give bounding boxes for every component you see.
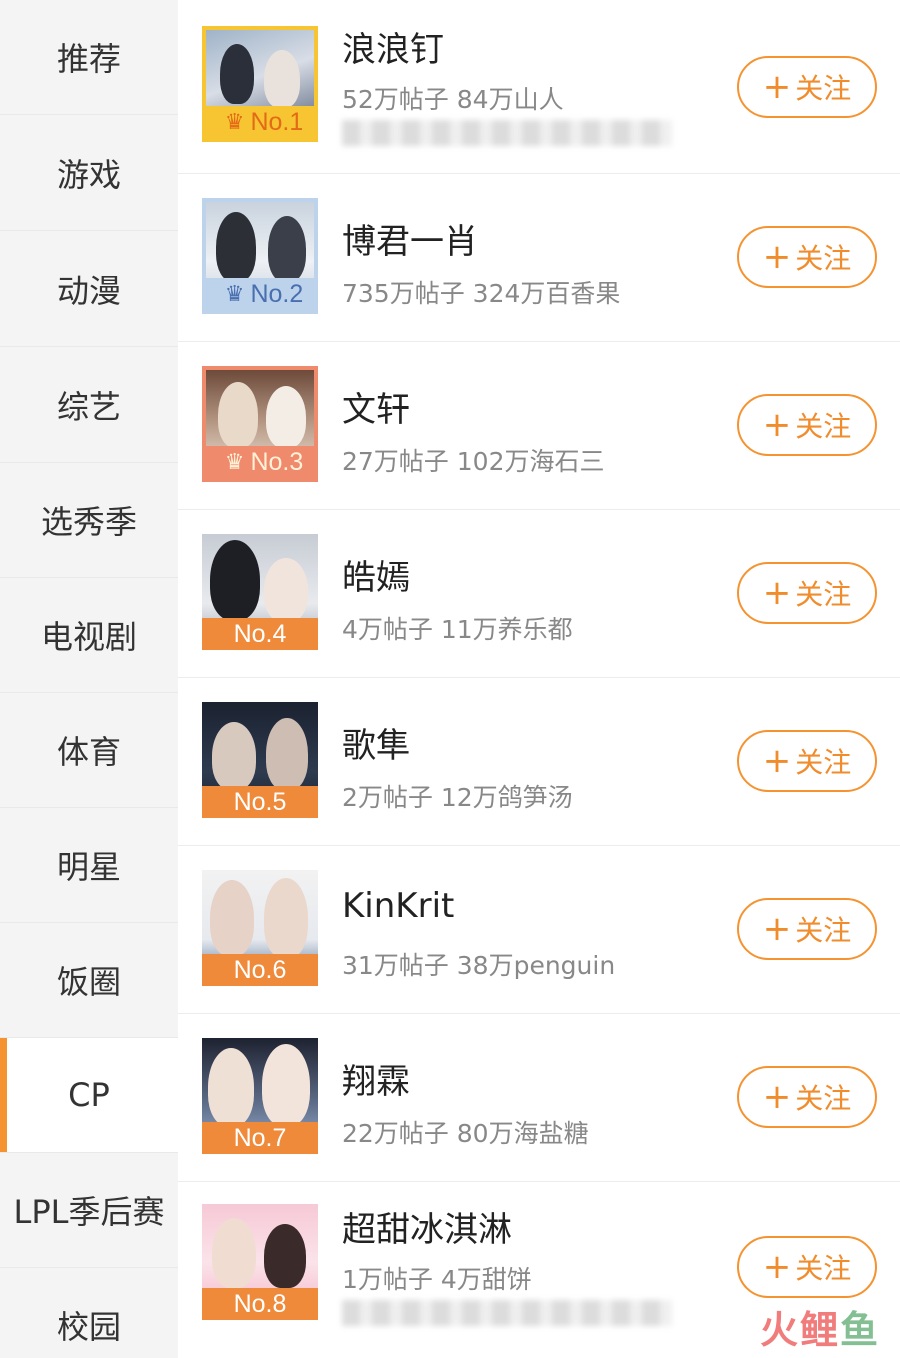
plus-icon: + (762, 237, 792, 277)
topic-title[interactable]: KinKrit (342, 886, 454, 926)
blurred-description (342, 1300, 672, 1326)
rank-badge: ♛ No.1 (206, 106, 314, 138)
topic-title[interactable]: 浪浪钉 (342, 22, 444, 71)
rank-badge: ♛ No.2 (206, 278, 314, 310)
sidebar-item-stars[interactable]: 明星 (0, 808, 178, 923)
follow-button[interactable]: + 关注 (737, 226, 877, 288)
sidebar-item-label: 选秀季 (40, 503, 137, 541)
topic-stats: 27万帖子 102万海石三 (342, 447, 605, 476)
sidebar-item-lpl-playoffs[interactable]: LPL季后赛 (0, 1153, 178, 1268)
follow-button[interactable]: + 关注 (737, 56, 877, 118)
sidebar-item-label: 校园 (56, 1308, 121, 1346)
topic-stats: 31万帖子 38万penguin (342, 951, 616, 980)
topic-stats: 22万帖子 80万海盐糖 (342, 1119, 589, 1148)
cover-image[interactable]: No.7 (202, 1038, 318, 1154)
cover-image[interactable]: ♛ No.1 (202, 26, 318, 142)
rank-badge: No.6 (202, 954, 318, 986)
sidebar-item-variety[interactable]: 综艺 (0, 348, 178, 463)
follow-button[interactable]: + 关注 (737, 730, 877, 792)
list-item[interactable]: No.5 歌隼 2万帖子 12万鸽笋汤 + 关注 (178, 678, 900, 846)
blurred-description (342, 120, 672, 146)
topic-title[interactable]: 皓嫣 (342, 550, 410, 599)
rank-badge: ♛ No.3 (206, 446, 314, 478)
sidebar-item-tv-drama[interactable]: 电视剧 (0, 578, 178, 693)
plus-icon: + (762, 1247, 792, 1287)
sidebar-item-label: CP (68, 1076, 110, 1114)
list-item[interactable]: ♛ No.1 浪浪钉 52万帖子 84万山人 + 关注 (178, 0, 900, 174)
rank-badge: No.7 (202, 1122, 318, 1154)
cover-image[interactable]: ♛ No.3 (202, 366, 318, 482)
topic-stats: 4万帖子 11万养乐都 (342, 615, 573, 644)
list-item[interactable]: ♛ No.2 博君一肖 735万帖子 324万百香果 + 关注 (178, 174, 900, 342)
list-item[interactable]: No.4 皓嫣 4万帖子 11万养乐都 + 关注 (178, 510, 900, 678)
plus-icon: + (762, 405, 792, 445)
list-item[interactable]: No.6 KinKrit 31万帖子 38万penguin + 关注 (178, 846, 900, 1014)
topic-stats: 52万帖子 84万山人 (342, 85, 564, 114)
topic-stats: 2万帖子 12万鸽笋汤 (342, 783, 573, 812)
topic-title[interactable]: 超甜冰淇淋 (342, 1202, 512, 1251)
topic-stats: 1万帖子 4万甜饼 (342, 1265, 532, 1294)
plus-icon: + (762, 1077, 792, 1117)
sidebar-item-label: 饭圈 (56, 963, 121, 1001)
cover-image[interactable]: No.6 (202, 870, 318, 986)
plus-icon: + (762, 741, 792, 781)
crown-icon: ♛ (224, 281, 245, 306)
follow-button[interactable]: + 关注 (737, 394, 877, 456)
plus-icon: + (762, 573, 792, 613)
sidebar-item-label: 明星 (56, 848, 121, 886)
cover-image[interactable]: ♛ No.2 (202, 198, 318, 314)
topic-stats: 735万帖子 324万百香果 (342, 279, 621, 308)
follow-button[interactable]: + 关注 (737, 1236, 877, 1298)
sidebar-item-label: 电视剧 (40, 618, 137, 656)
sidebar-item-games[interactable]: 游戏 (0, 116, 178, 231)
plus-icon: + (762, 67, 792, 107)
sidebar-item-recommend[interactable]: 推荐 (0, 0, 178, 115)
topic-title[interactable]: 文轩 (342, 382, 410, 431)
follow-button[interactable]: + 关注 (737, 898, 877, 960)
sidebar-item-label: LPL季后赛 (13, 1193, 165, 1231)
cover-image[interactable]: No.4 (202, 534, 318, 650)
sidebar-item-talent-show[interactable]: 选秀季 (0, 463, 178, 578)
rank-badge: No.5 (202, 786, 318, 818)
sidebar-item-sports[interactable]: 体育 (0, 693, 178, 808)
follow-button[interactable]: + 关注 (737, 1066, 877, 1128)
sidebar-item-fandom[interactable]: 饭圈 (0, 923, 178, 1038)
cover-image[interactable]: No.5 (202, 702, 318, 818)
cp-ranking-list: ♛ No.1 浪浪钉 52万帖子 84万山人 + 关注 ♛ No.2 博君一肖 735… (178, 0, 900, 1358)
rank-badge: No.8 (202, 1288, 318, 1320)
crown-icon: ♛ (224, 449, 245, 474)
topic-title[interactable]: 歌隼 (342, 718, 410, 767)
sidebar-item-label: 推荐 (56, 40, 121, 78)
list-item[interactable]: ♛ No.3 文轩 27万帖子 102万海石三 + 关注 (178, 342, 900, 510)
sidebar-item-anime[interactable]: 动漫 (0, 232, 178, 347)
topic-title[interactable]: 博君一肖 (342, 214, 478, 263)
list-item[interactable]: No.7 翔霖 22万帖子 80万海盐糖 + 关注 (178, 1014, 900, 1182)
sidebar-item-label: 体育 (56, 733, 121, 771)
watermark-logo: 火鲤鱼 (759, 1308, 880, 1352)
category-sidebar: 推荐 游戏 动漫 综艺 选秀季 电视剧 体育 明星 饭圈 CP LPL季后赛 校… (0, 0, 178, 1358)
crown-icon: ♛ (224, 109, 245, 134)
sidebar-item-label: 动漫 (56, 272, 121, 310)
sidebar-item-label: 游戏 (56, 156, 121, 194)
sidebar-item-campus[interactable]: 校园 (0, 1268, 178, 1358)
follow-button[interactable]: + 关注 (737, 562, 877, 624)
plus-icon: + (762, 909, 792, 949)
sidebar-item-cp[interactable]: CP (0, 1038, 178, 1153)
rank-badge: No.4 (202, 618, 318, 650)
topic-title[interactable]: 翔霖 (342, 1054, 410, 1103)
sidebar-item-label: 综艺 (56, 388, 121, 426)
cover-image[interactable]: No.8 (202, 1204, 318, 1320)
